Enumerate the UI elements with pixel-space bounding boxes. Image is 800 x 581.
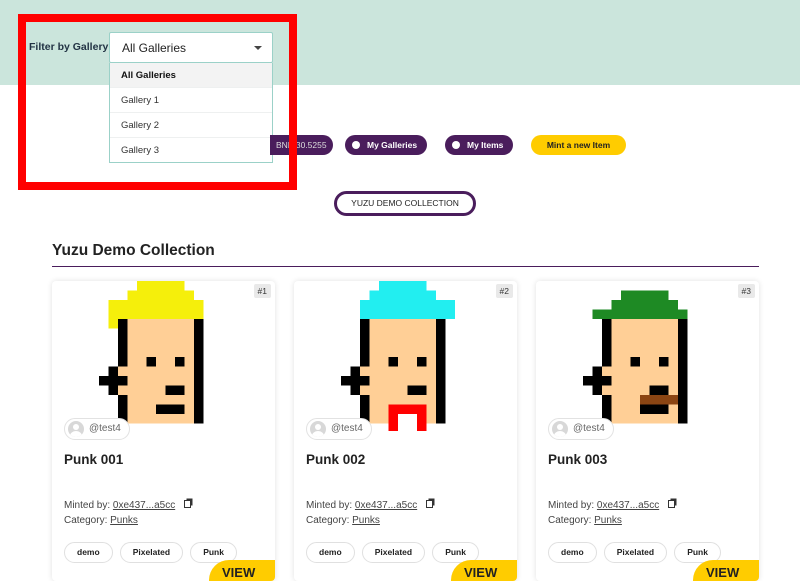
minted-label: Minted by: <box>306 500 353 511</box>
copy-icon[interactable] <box>183 500 191 508</box>
my-items-label: My Items <box>467 140 504 150</box>
category-link[interactable]: Punks <box>110 515 138 526</box>
category: Category: Punks <box>64 515 138 526</box>
view-button[interactable]: VIEW <box>451 560 517 581</box>
dropdown-option-gallery-2[interactable]: Gallery 2 <box>110 113 272 138</box>
tag-list: demo Pixelated Punk <box>64 540 239 563</box>
item-number-badge: #2 <box>495 284 513 298</box>
balance-text: BNB 30.5255 <box>276 140 327 150</box>
gallery-select[interactable]: All Galleries <box>109 32 273 63</box>
card-title: Punk 001 <box>64 452 124 467</box>
owner-handle: @test4 <box>89 423 121 434</box>
category-label: Category: <box>306 515 350 526</box>
owner-handle: @test4 <box>331 423 363 434</box>
my-galleries-label: My Galleries <box>367 140 418 150</box>
tag-list: demo Pixelated Punk <box>306 540 481 563</box>
category-label: Category: <box>64 515 108 526</box>
collection-button[interactable]: YUZU DEMO COLLECTION <box>334 191 476 216</box>
avatar <box>68 421 84 437</box>
tag[interactable]: Pixelated <box>361 542 426 563</box>
item-number-badge: #1 <box>253 284 271 298</box>
owner-handle: @test4 <box>573 423 605 434</box>
minted-by: Minted by: 0xe437...a5cc <box>306 500 433 511</box>
minted-address-link[interactable]: 0xe437...a5cc <box>113 500 175 511</box>
my-galleries-button[interactable]: My Galleries <box>345 135 428 155</box>
punk-image <box>341 281 455 431</box>
dropdown-option-gallery-3[interactable]: Gallery 3 <box>110 138 272 163</box>
dot-icon <box>452 141 460 149</box>
tag[interactable]: Pixelated <box>119 542 184 563</box>
category-link[interactable]: Punks <box>352 515 380 526</box>
section-divider <box>52 266 759 267</box>
punk-image <box>99 281 204 424</box>
mint-button[interactable]: Mint a new Item <box>531 135 626 155</box>
punk-image <box>583 290 688 424</box>
category: Category: Punks <box>306 515 380 526</box>
view-button[interactable]: VIEW <box>693 560 759 581</box>
copy-icon[interactable] <box>667 500 675 508</box>
category: Category: Punks <box>548 515 622 526</box>
tag[interactable]: demo <box>548 542 597 563</box>
dot-icon <box>352 141 360 149</box>
tag-list: demo Pixelated Punk <box>548 540 723 563</box>
nft-card[interactable]: #3 @test4 Punk 003 Minted by: 0xe437...a… <box>536 281 759 581</box>
card-title: Punk 002 <box>306 452 366 467</box>
minted-by: Minted by: 0xe437...a5cc <box>548 500 675 511</box>
owner-chip[interactable]: @test4 <box>548 418 614 440</box>
tag[interactable]: demo <box>64 542 113 563</box>
section-title: Yuzu Demo Collection <box>52 242 215 259</box>
my-items-button[interactable]: My Items <box>445 135 514 155</box>
category-link[interactable]: Punks <box>594 515 622 526</box>
card-title: Punk 003 <box>548 452 608 467</box>
gallery-dropdown: All Galleries Gallery 1 Gallery 2 Galler… <box>109 63 273 163</box>
owner-chip[interactable]: @test4 <box>306 418 372 440</box>
category-label: Category: <box>548 515 592 526</box>
tag[interactable]: Pixelated <box>603 542 668 563</box>
minted-address-link[interactable]: 0xe437...a5cc <box>597 500 659 511</box>
avatar <box>552 421 568 437</box>
owner-chip[interactable]: @test4 <box>64 418 130 440</box>
filter-label: Filter by Gallery <box>29 41 109 53</box>
view-button[interactable]: VIEW <box>209 560 275 581</box>
chevron-down-icon <box>254 46 262 50</box>
dropdown-option-gallery-1[interactable]: Gallery 1 <box>110 88 272 113</box>
minted-by: Minted by: 0xe437...a5cc <box>64 500 191 511</box>
minted-label: Minted by: <box>548 500 595 511</box>
mint-label: Mint a new Item <box>546 140 611 150</box>
gallery-select-value: All Galleries <box>122 41 187 55</box>
item-number-badge: #3 <box>737 284 755 298</box>
avatar <box>310 421 326 437</box>
dropdown-option-all-galleries[interactable]: All Galleries <box>110 63 272 88</box>
tag[interactable]: demo <box>306 542 355 563</box>
nft-card[interactable]: #1 @test4 Punk 001 Minted by: 0xe437...a… <box>52 281 275 581</box>
minted-address-link[interactable]: 0xe437...a5cc <box>355 500 417 511</box>
balance-pill: BNB 30.5255 <box>270 135 333 155</box>
nft-card[interactable]: #2 @test4 Punk 002 Minted by: 0xe437...a… <box>294 281 517 581</box>
copy-icon[interactable] <box>425 500 433 508</box>
minted-label: Minted by: <box>64 500 111 511</box>
